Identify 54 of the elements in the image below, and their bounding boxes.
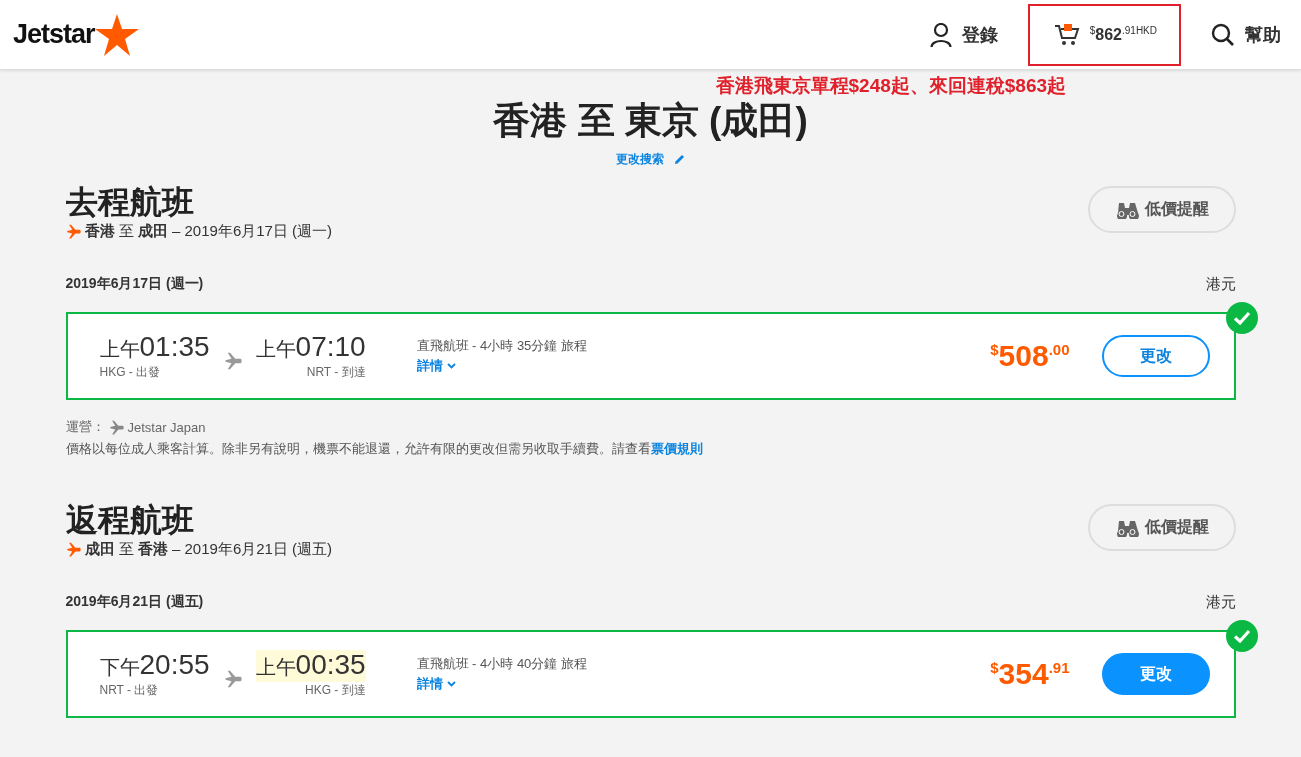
plane-icon	[223, 670, 242, 688]
person-icon	[929, 22, 952, 47]
section-heading: 去程航班	[65, 183, 195, 222]
departure-time: 下午20:55	[99, 649, 210, 682]
page-title: 香港 至 東京 (成田)	[492, 99, 809, 143]
departure-time: 上午01:35	[99, 331, 210, 364]
plane-icon	[108, 419, 124, 435]
chevron-down-icon	[446, 363, 456, 369]
flight-card[interactable]: 上午01:35 HKG - 出發 上午07:10 NRT - 到達 直飛航班 - 4小時 35分鐘 旅程 詳情 $^{$}$508$^{.00}$ 更改	[65, 312, 1236, 400]
price-alert-button[interactable]: 低價提醒	[1087, 186, 1236, 233]
check-icon	[1225, 302, 1258, 334]
arrival-time: 上午00:35	[255, 649, 366, 682]
annotation-text: 香港飛東京單程$248起、來回連稅$863起	[715, 74, 1067, 97]
search-icon	[1211, 22, 1235, 47]
star-icon	[94, 13, 139, 56]
chevron-down-icon	[446, 681, 456, 687]
details-link[interactable]: 詳情	[416, 357, 991, 375]
flight-info: 直飛航班 - 4小時 35分鐘 旅程	[416, 337, 588, 355]
fare-rules-link[interactable]: 票價規則	[650, 441, 703, 456]
operator-label: 運營：	[65, 418, 105, 436]
price-alert-button[interactable]: 低價提醒	[1087, 504, 1236, 551]
plane-icon	[223, 352, 242, 370]
logo-text[interactable]: Jetstar	[13, 19, 95, 50]
currency-label: 港元	[1205, 275, 1236, 294]
flight-card[interactable]: 下午20:55 NRT - 出發 上午00:35 HKG - 到達 直飛航班 - 4小時 40分鐘 旅程 詳情 $^{$}$354$^{.91}$ 更改	[65, 630, 1236, 718]
flight-info: 直飛航班 - 4小時 40分鐘 旅程	[416, 655, 588, 673]
date-label: 2019年6月17日 (週一)	[65, 275, 204, 293]
arrival-time: 上午07:10	[255, 331, 366, 364]
help-link[interactable]: 幫助	[1191, 22, 1301, 47]
departure-label: NRT - 出發	[99, 681, 160, 699]
departure-label: HKG - 出發	[99, 363, 162, 381]
fare-note: 價格以每位成人乘客計算。除非另有說明，機票不能退還，允許有限的更改但需另收取手續費。請查看票價規則	[65, 440, 704, 458]
arrival-label: NRT - 到達	[306, 363, 366, 381]
change-button[interactable]: 更改	[1101, 335, 1210, 377]
plane-icon	[65, 224, 81, 239]
fare-price: $^{$}$508$^{.00}$	[990, 339, 1070, 373]
operator-name: Jetstar Japan	[127, 419, 206, 435]
date-label: 2019年6月21日 (週五)	[65, 593, 204, 611]
cart-icon	[1053, 22, 1080, 47]
binoculars-icon	[1114, 518, 1139, 537]
check-icon	[1225, 620, 1258, 652]
binoculars-icon	[1114, 200, 1139, 219]
change-search-link[interactable]: 更改搜索	[616, 151, 685, 168]
fare-price: $^{$}$354$^{.91}$	[990, 657, 1070, 691]
login-link[interactable]: 登錄	[909, 22, 1018, 47]
cart-button[interactable]: $^{$}$862$^{.91HKD}$	[1029, 22, 1179, 47]
arrival-label: HKG - 到達	[305, 681, 366, 699]
plane-icon	[65, 542, 81, 557]
currency-label: 港元	[1205, 593, 1236, 612]
section-heading: 返程航班	[65, 501, 195, 540]
route-text: 香港 至 成田 – 2019年6月17日 (週一)	[84, 222, 333, 241]
details-link[interactable]: 詳情	[416, 675, 991, 693]
route-text: 成田 至 香港 – 2019年6月21日 (週五)	[84, 540, 333, 559]
pencil-icon	[674, 154, 685, 165]
